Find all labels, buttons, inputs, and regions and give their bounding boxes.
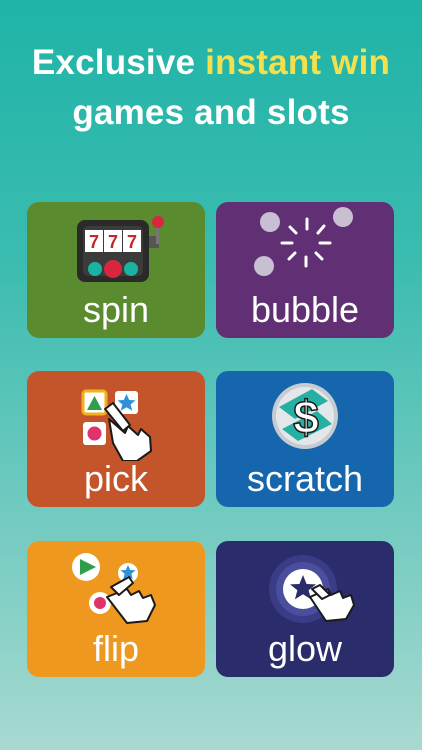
svg-text:$: $ [293, 391, 319, 443]
slot-machine-icon: 7 7 7 [77, 216, 164, 282]
reel-3: 7 [127, 232, 137, 252]
glowing-star-hand-icon [269, 555, 355, 623]
bubble-game-tile[interactable]: bubble [216, 202, 394, 338]
glow-game-tile[interactable]: glow [216, 541, 394, 677]
pick-cards-hand-icon [81, 389, 152, 461]
pick-game-tile[interactable]: pick [27, 371, 205, 507]
bubble-label: bubble [250, 289, 360, 330]
spin-game-tile[interactable]: 7 7 7 spin [27, 202, 205, 338]
scratch-label: scratch [246, 458, 364, 499]
pick-label: pick [83, 458, 149, 499]
bubble-pop-icon [254, 207, 353, 276]
scratch-coin-icon: $ [272, 383, 338, 449]
reel-1: 7 [89, 232, 99, 252]
flip-game-tile[interactable]: flip [27, 541, 205, 677]
headline-text: Exclusive [31, 43, 206, 82]
headline-line-2: games and slots [72, 93, 350, 132]
spin-label: spin [82, 289, 150, 330]
glow-label: glow [267, 628, 343, 669]
flip-shapes-hand-icon [72, 553, 156, 624]
reel-2: 7 [108, 232, 118, 252]
headline-line-1: Exclusive instant win [0, 38, 422, 88]
scratch-game-tile[interactable]: $ scratch [216, 371, 394, 507]
headline: Exclusive instant win games and slots [0, 38, 422, 138]
flip-label: flip [92, 628, 140, 669]
headline-highlight: instant win [205, 43, 391, 82]
